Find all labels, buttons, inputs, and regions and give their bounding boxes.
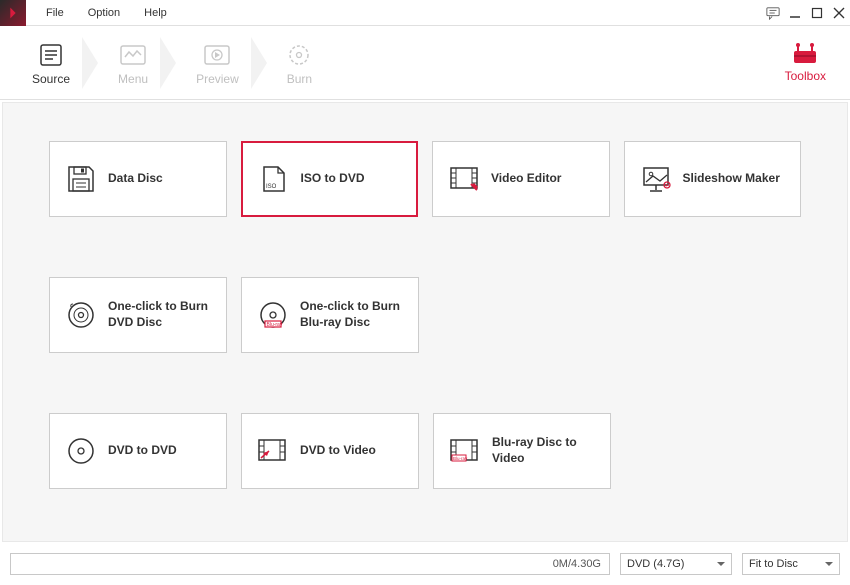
svg-text:Blu-ray: Blu-ray: [453, 456, 468, 461]
feedback-icon[interactable]: [762, 2, 784, 24]
step-burn[interactable]: Burn: [271, 26, 328, 100]
disc-type-value: DVD (4.7G): [627, 558, 684, 570]
card-label: DVD to Video: [300, 443, 376, 459]
card-label: One-click to Burn DVD Disc: [108, 299, 216, 330]
step-source-label: Source: [32, 72, 70, 86]
card-label: Data Disc: [108, 171, 163, 187]
card-oneclick-dvd[interactable]: One-click to Burn DVD Disc: [49, 277, 227, 353]
card-dvd-to-dvd[interactable]: DVD to DVD: [49, 413, 227, 489]
card-label: Blu-ray Disc to Video: [492, 435, 600, 466]
fit-mode-value: Fit to Disc: [749, 558, 798, 570]
menu-icon: [120, 40, 146, 70]
bluray-disc-icon: Blu-ray: [256, 298, 290, 332]
disc-type-select[interactable]: DVD (4.7G): [620, 553, 732, 575]
card-data-disc[interactable]: Data Disc: [49, 141, 227, 217]
card-iso-to-dvd[interactable]: ISO ISO to DVD: [241, 141, 419, 217]
card-bluray-to-video[interactable]: Blu-ray Blu-ray Disc to Video: [433, 413, 611, 489]
fit-mode-select[interactable]: Fit to Disc: [742, 553, 840, 575]
disc-burn-icon: [64, 298, 98, 332]
step-preview-label: Preview: [196, 72, 239, 86]
chevron-down-icon: [825, 562, 833, 566]
toolbox-button[interactable]: Toolbox: [777, 43, 834, 83]
main-content: Data Disc ISO ISO to DVD Video Editor Sl…: [2, 102, 848, 542]
preview-icon: [204, 40, 230, 70]
app-logo-icon: [0, 0, 26, 26]
footer-bar: 0M/4.30G DVD (4.7G) Fit to Disc: [0, 544, 850, 584]
menubar: File Option Help: [0, 0, 850, 26]
burn-icon: [287, 40, 311, 70]
card-label: One-click to Burn Blu-ray Disc: [300, 299, 408, 330]
card-row-3: DVD to DVD DVD to Video Blu-ray Blu-ray …: [49, 413, 801, 489]
source-icon: [38, 40, 64, 70]
iso-file-icon: ISO: [257, 162, 291, 196]
toolbox-icon: [792, 43, 818, 65]
menu-file[interactable]: File: [34, 0, 76, 26]
close-button[interactable]: [828, 2, 850, 24]
progress-indicator: 0M/4.30G: [10, 553, 610, 575]
card-oneclick-bluray[interactable]: Blu-ray One-click to Burn Blu-ray Disc: [241, 277, 419, 353]
svg-text:Blu-ray: Blu-ray: [267, 322, 283, 328]
toolbox-label: Toolbox: [785, 69, 826, 83]
slideshow-icon: [639, 162, 673, 196]
card-label: DVD to DVD: [108, 443, 177, 459]
card-label: ISO to DVD: [301, 171, 365, 187]
card-grid: Data Disc ISO ISO to DVD Video Editor Sl…: [49, 141, 801, 489]
card-row-1: Data Disc ISO ISO to DVD Video Editor Sl…: [49, 141, 801, 217]
menu-help[interactable]: Help: [132, 0, 179, 26]
svg-text:ISO: ISO: [266, 184, 277, 190]
step-preview[interactable]: Preview: [180, 26, 255, 100]
floppy-icon: [64, 162, 98, 196]
menu-option[interactable]: Option: [76, 0, 132, 26]
card-label: Video Editor: [491, 171, 561, 187]
film-convert-icon: [256, 434, 290, 468]
card-slideshow-maker[interactable]: Slideshow Maker: [624, 141, 802, 217]
card-dvd-to-video[interactable]: DVD to Video: [241, 413, 419, 489]
step-menu[interactable]: Menu: [102, 26, 164, 100]
minimize-button[interactable]: [784, 2, 806, 24]
progress-text: 0M/4.30G: [553, 558, 601, 570]
card-video-editor[interactable]: Video Editor: [432, 141, 610, 217]
step-source[interactable]: Source: [16, 26, 86, 100]
step-navigation: Source Menu Preview Burn Toolbox: [0, 26, 850, 100]
maximize-button[interactable]: [806, 2, 828, 24]
bluray-film-icon: Blu-ray: [448, 434, 482, 468]
disc-icon: [64, 434, 98, 468]
step-burn-label: Burn: [287, 72, 312, 86]
card-label: Slideshow Maker: [683, 171, 780, 187]
card-row-2: One-click to Burn DVD Disc Blu-ray One-c…: [49, 277, 801, 353]
chevron-down-icon: [717, 562, 725, 566]
step-menu-label: Menu: [118, 72, 148, 86]
video-editor-icon: [447, 162, 481, 196]
